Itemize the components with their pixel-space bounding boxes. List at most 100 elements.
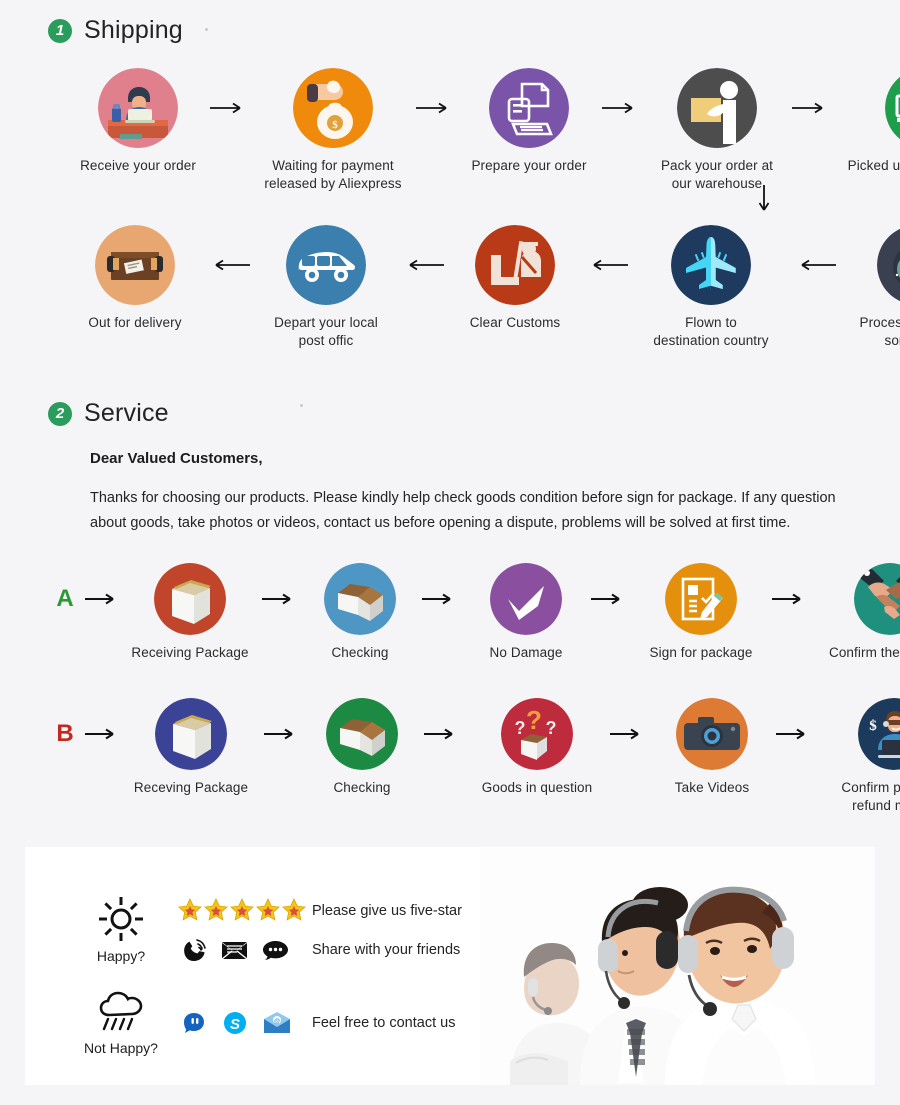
- arrow-right-icon: [594, 68, 650, 148]
- service-flow-row-a: A Receiving Package Checking No Damage S…: [52, 563, 900, 662]
- email-envelope-icon[interactable]: [221, 939, 248, 961]
- happy-mood-block: Happy?: [75, 895, 167, 964]
- handshake-icon: [854, 563, 900, 635]
- page-title-service: Service: [84, 399, 169, 427]
- arrow-right-icon: [250, 563, 312, 635]
- svg-text:?: ?: [526, 705, 542, 735]
- mail-icon[interactable]: @: [263, 1011, 291, 1035]
- chat-bubble-icon[interactable]: [262, 939, 289, 961]
- section-header-shipping: 1 Shipping: [48, 16, 183, 45]
- flow-node-label: Flown to destination country: [653, 315, 769, 348]
- flow-node-label: Processed through sort facility: [859, 315, 900, 348]
- open-box-icon: [324, 563, 396, 635]
- skype-icon[interactable]: S: [222, 1011, 248, 1035]
- row-letter-b: B: [52, 698, 78, 770]
- arrow-left-icon: [394, 225, 452, 305]
- flow-node-label: Take Videos: [674, 780, 750, 795]
- delivery-van-icon: [286, 225, 366, 305]
- flow-node-flown-to-destination[interactable]: Flown to destination country: [636, 225, 786, 350]
- flow-node-confirm-problem-refund[interactable]: $ $ Confirm problem, refund money: [826, 698, 900, 815]
- flow-node-label: Clear Customs: [469, 315, 561, 330]
- not-happy-mood-label: Not Happy?: [84, 1040, 158, 1056]
- flow-node-receiving-package-b[interactable]: Receving Package: [130, 698, 252, 797]
- flow-node-label: No Damage: [489, 645, 563, 660]
- row-letter-a: A: [52, 563, 78, 635]
- arrow-right-icon: [408, 563, 474, 635]
- parcel-box-icon: [95, 225, 175, 305]
- trademanager-icon[interactable]: [181, 1011, 207, 1035]
- flow-node-processed-sort-facility[interactable]: Processed through sort facility: [844, 225, 900, 350]
- flow-node-checking-a[interactable]: Checking: [312, 563, 408, 662]
- flow-node-prepare-your-order[interactable]: Prepare your order: [464, 68, 594, 175]
- flow-node-receive-your-order[interactable]: Receive your order: [74, 68, 202, 175]
- flow-node-label: Confirm the delivery: [828, 645, 900, 660]
- question-box-icon: ? ? ?: [501, 698, 573, 770]
- not-happy-mood-block: Not Happy?: [75, 989, 167, 1056]
- service-salutation: Dear Valued Customers,: [90, 450, 263, 467]
- page-title-shipping: Shipping: [84, 16, 183, 44]
- flow-node-no-damage[interactable]: No Damage: [474, 563, 578, 662]
- sun-icon: [97, 895, 145, 943]
- arrow-left-icon: [578, 225, 636, 305]
- camera-icon: [676, 698, 748, 770]
- service-body-text: Thanks for choosing our products. Please…: [90, 490, 836, 531]
- flow-node-pack-your-order[interactable]: Pack your order at our warehouse: [650, 68, 784, 193]
- flow-node-label: Goods in question: [481, 780, 593, 795]
- sealed-box-icon: [155, 698, 227, 770]
- rain-cloud-icon: [95, 989, 147, 1035]
- svg-text:@: @: [274, 1019, 280, 1025]
- flow-node-take-videos[interactable]: Take Videos: [660, 698, 764, 797]
- flow-node-receiving-package-a[interactable]: Receiving Package: [130, 563, 250, 662]
- flow-node-out-for-delivery[interactable]: Out for delivery: [70, 225, 200, 332]
- packing-worker-icon: [677, 68, 757, 148]
- shipping-flow-row-2: Out for delivery Depart your local post …: [70, 225, 900, 350]
- section-number-badge-2: 2: [48, 401, 72, 426]
- feedback-card: Happy? Please give us five-star Share wi…: [25, 847, 875, 1085]
- flow-node-label: Out for delivery: [88, 315, 182, 330]
- flow-node-label: Picked up by mail service: [847, 158, 900, 173]
- arrow-down-icon: [757, 185, 771, 217]
- customer-service-team-photo: [480, 847, 875, 1085]
- delivery-truck-icon: [885, 68, 900, 148]
- arrow-right-icon: [252, 698, 314, 770]
- flow-node-label: Checking: [331, 645, 389, 660]
- feedback-row-happy: Happy? Please give us five-star Share wi…: [75, 895, 462, 964]
- row-letter-label: A: [56, 585, 74, 612]
- share-icon-group: [177, 938, 312, 962]
- flow-node-goods-in-question[interactable]: ? ? ? Goods in question: [476, 698, 598, 797]
- flow-node-label: Receiving Package: [131, 645, 249, 660]
- svg-text:S: S: [230, 1016, 240, 1033]
- arrow-right-icon: [410, 698, 476, 770]
- flow-node-label: Receving Package: [133, 780, 249, 795]
- feedback-row-not-happy: Not Happy? S @ Feel free to contact us: [75, 989, 455, 1056]
- svg-text:$: $: [332, 119, 338, 131]
- arrow-left-icon: [786, 225, 844, 305]
- flow-node-label: Receive your order: [80, 158, 196, 173]
- sort-facility-icon: [877, 225, 900, 305]
- printer-icon: [489, 68, 569, 148]
- money-bag-hand-icon: $: [293, 68, 373, 148]
- open-box-icon: [326, 698, 398, 770]
- flow-node-label: Depart your local post offic: [274, 315, 378, 348]
- flow-node-label: Checking: [333, 780, 391, 795]
- rating-line: Please give us five-star: [177, 897, 462, 924]
- flow-node-clear-customs[interactable]: Clear Customs: [452, 225, 578, 332]
- arrow-right-icon: [78, 563, 130, 635]
- flow-node-waiting-for-payment[interactable]: $ Waiting for payment released by Aliexp…: [258, 68, 408, 193]
- flow-node-depart-local-post-office[interactable]: Depart your local post offic: [258, 225, 394, 350]
- arrow-right-icon: [408, 68, 464, 148]
- flow-node-checking-b[interactable]: Checking: [314, 698, 410, 797]
- arrow-right-icon: [764, 698, 826, 770]
- flow-node-confirm-the-delivery[interactable]: Confirm the delivery: [822, 563, 900, 662]
- share-text: Share with your friends: [312, 941, 461, 958]
- phone-signal-icon[interactable]: [181, 938, 207, 962]
- svg-text:?: ?: [515, 718, 526, 738]
- support-agent-money-icon: $ $: [858, 698, 900, 770]
- sealed-box-icon: [154, 563, 226, 635]
- five-stars-icon[interactable]: [177, 897, 312, 924]
- flow-node-picked-up-mail-service[interactable]: Picked up by mail service: [840, 68, 900, 175]
- section-number-badge-1: 1: [48, 18, 72, 43]
- flow-node-sign-for-package[interactable]: Sign for package: [642, 563, 760, 662]
- contact-text: Feel free to contact us: [312, 1014, 456, 1031]
- arrow-right-icon: [598, 698, 660, 770]
